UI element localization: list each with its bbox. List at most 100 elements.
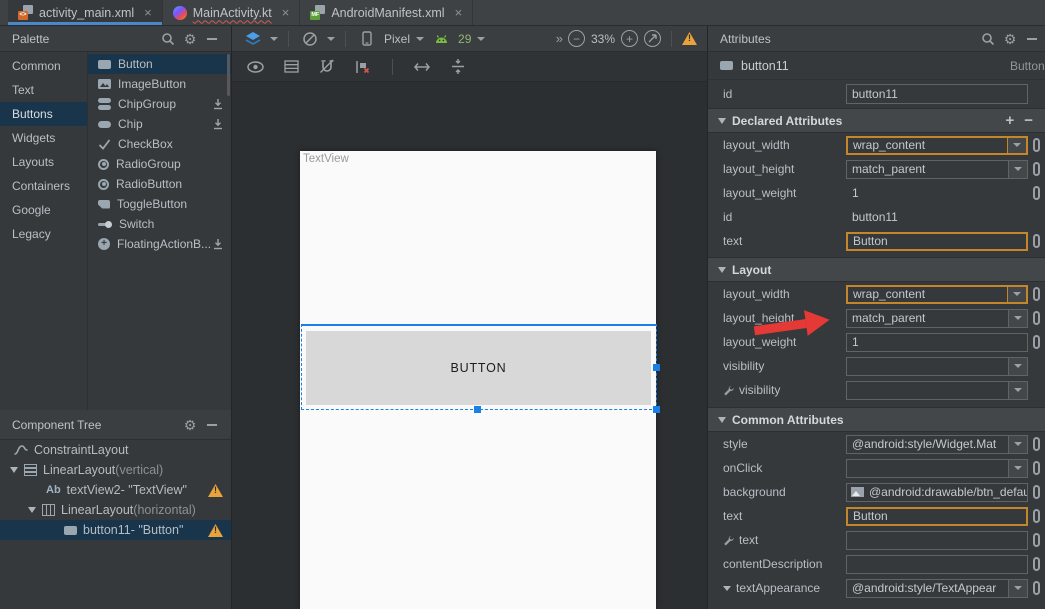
tools-text-input[interactable]: [846, 531, 1028, 550]
category-legacy[interactable]: Legacy: [0, 222, 87, 246]
api-level-selector[interactable]: 29: [458, 32, 471, 46]
view-options-eye-icon[interactable]: [244, 57, 266, 77]
palette-item-floatingactionbutton[interactable]: + FloatingActionB...: [88, 234, 231, 254]
resource-flag-icon[interactable]: [1033, 186, 1040, 200]
gear-icon[interactable]: ⚙: [999, 29, 1021, 49]
tab-mainactivity-kt[interactable]: MainActivity.kt ×: [163, 0, 301, 25]
text-input[interactable]: Button: [846, 507, 1028, 526]
canvas-textview[interactable]: TextView: [303, 153, 349, 165]
contentdescription-input[interactable]: [846, 555, 1028, 574]
chevron-down-icon[interactable]: [416, 37, 424, 41]
visibility-dropdown[interactable]: [846, 357, 1028, 376]
resize-handle-bottom[interactable]: [474, 406, 481, 413]
resource-flag-icon[interactable]: [1033, 581, 1040, 595]
id-value[interactable]: button11: [846, 208, 1028, 227]
category-buttons[interactable]: Buttons: [0, 102, 87, 126]
warning-icon[interactable]: [208, 484, 223, 497]
layout-weight-value[interactable]: 1: [846, 184, 1028, 203]
resource-flag-icon[interactable]: [1033, 162, 1040, 176]
orientation-icon[interactable]: [299, 29, 321, 49]
zoom-in-button[interactable]: +: [621, 30, 638, 47]
chevron-down-icon[interactable]: [477, 37, 485, 41]
close-icon[interactable]: ×: [455, 5, 463, 20]
add-attribute-button[interactable]: +: [1005, 112, 1014, 129]
tree-node-button11[interactable]: button11- "Button": [0, 520, 231, 540]
resource-flag-icon[interactable]: [1033, 138, 1040, 152]
section-declared-attributes[interactable]: Declared Attributes + −: [708, 108, 1045, 133]
tree-node-linearlayout-vertical[interactable]: LinearLayout(vertical): [0, 460, 231, 480]
default-margins-icon[interactable]: [447, 57, 469, 77]
layout-width-dropdown[interactable]: wrap_content: [846, 136, 1028, 155]
resource-flag-icon[interactable]: [1033, 485, 1040, 499]
textappearance-dropdown[interactable]: @android:style/TextAppear: [846, 579, 1028, 598]
selected-layout-bounds[interactable]: BUTTON: [301, 324, 657, 410]
category-common[interactable]: Common: [0, 54, 87, 78]
palette-item-radiogroup[interactable]: RadioGroup: [88, 154, 231, 174]
tab-activity-main-xml[interactable]: <> activity_main.xml ×: [8, 0, 163, 25]
warnings-panel-icon[interactable]: [682, 32, 697, 45]
download-icon[interactable]: [212, 98, 224, 110]
resource-flag-icon[interactable]: [1033, 287, 1040, 301]
category-text[interactable]: Text: [0, 78, 87, 102]
tree-node-textview2[interactable]: Ab textView2- "TextView": [0, 480, 231, 500]
palette-item-switch[interactable]: Switch: [88, 214, 231, 234]
palette-item-button[interactable]: Button: [88, 54, 231, 74]
category-layouts[interactable]: Layouts: [0, 150, 87, 174]
search-icon[interactable]: [977, 29, 999, 49]
gear-icon[interactable]: ⚙: [179, 415, 201, 435]
section-layout[interactable]: Layout: [708, 257, 1045, 282]
blueprint-rows-icon[interactable]: [280, 57, 302, 77]
id-input[interactable]: button11: [846, 84, 1028, 104]
canvas-button[interactable]: BUTTON: [306, 331, 651, 405]
close-icon[interactable]: ×: [144, 5, 152, 20]
palette-scrollbar[interactable]: [227, 54, 230, 96]
download-icon[interactable]: [212, 118, 224, 130]
zoom-out-button[interactable]: −: [568, 30, 585, 47]
section-common-attributes[interactable]: Common Attributes: [708, 407, 1045, 432]
minimize-icon[interactable]: [1021, 29, 1043, 49]
palette-item-togglebutton[interactable]: ToggleButton: [88, 194, 231, 214]
remove-attribute-button[interactable]: −: [1024, 112, 1033, 129]
layout-weight-input[interactable]: 1: [846, 333, 1028, 352]
close-icon[interactable]: ×: [282, 5, 290, 20]
palette-item-radiobutton[interactable]: RadioButton: [88, 174, 231, 194]
background-input[interactable]: @android:drawable/btn_defau: [846, 483, 1028, 502]
resource-flag-icon[interactable]: [1033, 461, 1040, 475]
device-selector[interactable]: Pixel: [384, 32, 410, 46]
style-dropdown[interactable]: @android:style/Widget.Mat: [846, 435, 1028, 454]
layout-height-dropdown[interactable]: match_parent: [846, 309, 1028, 328]
resource-flag-icon[interactable]: [1033, 234, 1040, 248]
tree-node-constraintlayout[interactable]: ConstraintLayout: [0, 440, 231, 460]
expand-arrow-icon[interactable]: [10, 467, 18, 473]
category-containers[interactable]: Containers: [0, 174, 87, 198]
layout-width-dropdown[interactable]: wrap_content: [846, 285, 1028, 304]
category-google[interactable]: Google: [0, 198, 87, 222]
tree-node-linearlayout-horizontal[interactable]: LinearLayout(horizontal): [0, 500, 231, 520]
palette-item-imagebutton[interactable]: ImageButton: [88, 74, 231, 94]
gear-icon[interactable]: ⚙: [179, 29, 201, 49]
tab-androidmanifest-xml[interactable]: MF AndroidManifest.xml ×: [300, 0, 473, 25]
resource-flag-icon[interactable]: [1033, 509, 1040, 523]
layout-height-dropdown[interactable]: match_parent: [846, 160, 1028, 179]
palette-item-chip[interactable]: Chip: [88, 114, 231, 134]
zoom-to-fit-button[interactable]: [644, 30, 661, 47]
warning-icon[interactable]: [208, 524, 223, 537]
tools-visibility-dropdown[interactable]: [846, 381, 1028, 400]
minimize-icon[interactable]: [201, 415, 223, 435]
chevron-down-icon[interactable]: [270, 37, 278, 41]
expand-arrow-icon[interactable]: [723, 586, 731, 591]
palette-item-checkbox[interactable]: CheckBox: [88, 134, 231, 154]
text-input[interactable]: Button: [846, 232, 1028, 251]
search-icon[interactable]: [157, 29, 179, 49]
design-surface-mode-icon[interactable]: [242, 29, 264, 49]
infer-constraints-icon[interactable]: [411, 57, 433, 77]
category-widgets[interactable]: Widgets: [0, 126, 87, 150]
resize-handle-corner[interactable]: [653, 406, 660, 413]
clear-constraints-icon[interactable]: [352, 57, 374, 77]
resize-handle-right[interactable]: [653, 364, 660, 371]
onclick-dropdown[interactable]: [846, 459, 1028, 478]
palette-item-chipgroup[interactable]: ChipGroup: [88, 94, 231, 114]
chevron-down-icon[interactable]: [327, 37, 335, 41]
autoconnect-off-magnet-icon[interactable]: [316, 57, 338, 77]
resource-flag-icon[interactable]: [1033, 311, 1040, 325]
